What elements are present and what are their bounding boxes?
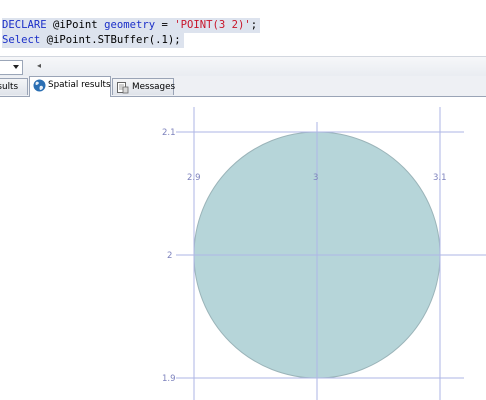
spatial-results-panel[interactable]: 2.1 2 1.9 2.9 3 3.1 xyxy=(0,97,486,400)
tab-spatial-results-label: Spatial results xyxy=(48,80,111,90)
tab-spatial-results[interactable]: Spatial results xyxy=(29,76,111,97)
code-line-2[interactable]: Select @iPoint.STBuffer(.1); xyxy=(2,33,184,48)
globe-icon xyxy=(33,79,46,99)
spatial-plot[interactable]: 2.1 2 1.9 2.9 3 3.1 xyxy=(0,97,486,400)
x-tick-label-right: 3.1 xyxy=(433,173,447,183)
type-geometry: geometry xyxy=(104,19,156,31)
x-tick-label-mid: 3 xyxy=(313,173,318,183)
results-tab-strip: esults Spatial results Messages xyxy=(0,76,486,97)
zoom-dropdown[interactable] xyxy=(0,60,23,75)
equals-sign: = xyxy=(155,19,175,31)
tab-messages-label: Messages xyxy=(132,82,176,92)
y-tick-label-top: 2.1 xyxy=(162,128,176,138)
results-toolbar: ◂ xyxy=(0,56,486,77)
code-line-1[interactable]: DECLARE @iPoint geometry = 'POINT(3 2)'; xyxy=(2,18,261,33)
y-tick-label-mid: 2 xyxy=(167,251,172,261)
variable-name: @iPoint xyxy=(46,19,105,31)
y-tick-label-bottom: 1.9 xyxy=(162,374,176,384)
tab-results-label: esults xyxy=(0,82,19,92)
x-tick-label-left: 2.9 xyxy=(187,173,201,183)
tab-messages[interactable]: Messages xyxy=(112,78,176,95)
string-literal: 'POINT(3 2)' xyxy=(174,19,251,31)
chevron-down-icon xyxy=(13,65,19,69)
select-expression: @iPoint.STBuffer(.1); xyxy=(40,34,181,46)
scroll-left-icon[interactable]: ◂ xyxy=(37,61,41,70)
keyword-declare: DECLARE xyxy=(2,19,47,31)
tab-results[interactable]: esults xyxy=(0,78,28,95)
query-editor[interactable]: DECLARE @iPoint geometry = 'POINT(3 2)';… xyxy=(0,0,486,56)
semicolon: ; xyxy=(250,19,258,31)
keyword-select: Select xyxy=(2,34,41,46)
